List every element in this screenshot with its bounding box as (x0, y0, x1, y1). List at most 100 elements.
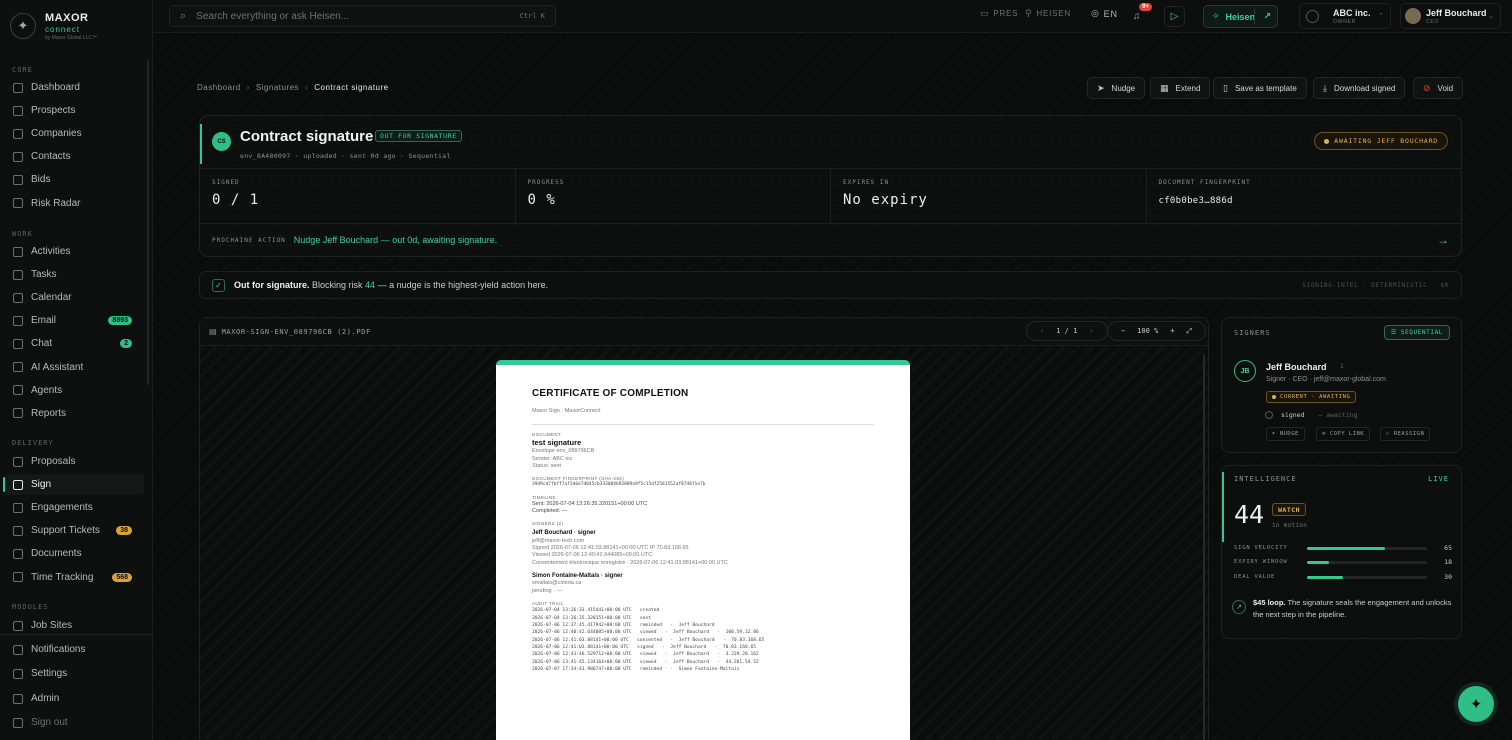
arrow-right-icon[interactable]: → (1437, 233, 1449, 247)
sidebar-item-label: Notifications (31, 644, 86, 655)
sidebar-item-email[interactable]: Email 8893 (4, 310, 144, 331)
external-link-icon[interactable]: ↗ (1263, 11, 1271, 22)
sidebar-item-label: Sign (31, 479, 52, 491)
doc-line: Envelope env_089796CB (532, 448, 595, 455)
loop-insight: ↗ $45 loop. The signature seals the enga… (1232, 597, 1453, 630)
sidebar-item-chat[interactable]: Chat 2 (4, 333, 144, 354)
nudge-button[interactable]: ➤ Nudge (1087, 77, 1146, 99)
download-label: Download signed (1333, 83, 1396, 93)
signer-line: Signed 2026-07-06 12:41:03.88141+00:00 U… (532, 544, 689, 551)
sidebar-scrollbar[interactable] (147, 60, 149, 385)
sidebar-item-activities[interactable]: Activities (4, 241, 144, 262)
void-button[interactable]: ⊘ Void (1413, 77, 1464, 99)
brand[interactable]: ✦ MAXOR connect by Maxor Global LLC™ (10, 8, 97, 44)
sidebar-item-prospects[interactable]: Prospects (4, 100, 144, 121)
breadcrumb-signatures[interactable]: Signatures (256, 83, 299, 92)
page-title: Contract signature (240, 128, 374, 145)
heisen-link[interactable]: ⚲ HEISEN (1025, 8, 1071, 19)
breadcrumb-current: Contract signature (314, 83, 389, 92)
search-placeholder: Search everything or ask Heisen... (196, 10, 350, 22)
chevron-right-icon[interactable]: › (1089, 327, 1093, 335)
sidebar-item-proposals[interactable]: Proposals (4, 451, 144, 472)
zoom-out-icon[interactable]: − (1121, 327, 1125, 335)
risk-radar-icon (13, 198, 23, 208)
sidebar-item-dashboard[interactable]: Dashboard (4, 77, 144, 98)
sidebar-item-label: Agents (31, 384, 63, 396)
pres-button[interactable]: ▭ PRES (980, 8, 1018, 19)
timeline-line: Completed: — (532, 507, 568, 514)
support-tickets-icon (13, 525, 23, 536)
bell-icon: ♫ (1132, 11, 1141, 22)
sidebar-item-label: Sign out (31, 717, 68, 728)
sidebar-item-bids[interactable]: Bids (4, 169, 144, 190)
sidebar-item-label: Prospects (31, 105, 76, 117)
sidebar-item-label: Dashboard (31, 82, 80, 93)
stats-row: SIGNED 0 / 1 PROGRESS 0 % EXPIRES IN No exp… (200, 168, 1461, 224)
sidebar-item-admin[interactable]: Admin (4, 688, 144, 709)
pdf-page: CERTIFICATE OF COMPLETION Maxor Sign · M… (496, 360, 910, 740)
accent-bar (200, 124, 202, 164)
metric-label: SIGN VELOCITY (1234, 545, 1288, 551)
state-label: signed (1281, 411, 1305, 419)
reassign-button[interactable]: ⚇ REASSIGN (1380, 427, 1431, 441)
sidebar-item-documents[interactable]: Documents (4, 543, 144, 564)
status-badge: OUT FOR SIGNATURE (375, 130, 462, 142)
page-indicator: 1 / 1 (1056, 327, 1078, 335)
sidebar-item-calendar[interactable]: Calendar (4, 287, 144, 308)
divider (532, 423, 874, 425)
save-template-button[interactable]: ▯ Save as template (1213, 77, 1307, 99)
user-menu[interactable]: Jeff Bouchard CEO ⌄ (1400, 3, 1501, 29)
save-template-label: Save as template (1234, 83, 1297, 93)
sidebar-item-label: Companies (31, 128, 82, 140)
metric-fill (1307, 560, 1329, 564)
metric-bar (1307, 560, 1427, 564)
sidebar-item-companies[interactable]: Companies (4, 123, 144, 144)
zoom-in-icon[interactable]: + (1170, 327, 1174, 335)
language-switcher[interactable]: ◎ EN (1091, 8, 1118, 19)
download-signed-button[interactable]: ⤓ Download signed (1313, 77, 1406, 99)
nav-section-work: WORK (12, 230, 33, 238)
breadcrumb-dashboard[interactable]: Dashboard (197, 83, 241, 92)
stat-value: No expiry (843, 192, 928, 208)
org-switcher[interactable]: ABC inc. OWNER ⌃ (1299, 3, 1391, 29)
chevron-left-icon[interactable]: ‹ (1040, 327, 1044, 335)
sidebar-divider (0, 634, 152, 635)
signer-role: Signer · CEO · jeff@maxor-global.com (1266, 376, 1386, 383)
search-input[interactable]: ⌕ Search everything or ask Heisen... Ctr… (169, 5, 556, 27)
assistant-fab[interactable]: ✦ (1458, 686, 1494, 722)
fullscreen-icon[interactable]: ⤢ (1187, 327, 1193, 336)
heisen-button[interactable]: ✧ Heisen ↗ (1203, 5, 1278, 28)
nav-section-core: CORE (12, 66, 33, 74)
sidebar-item-job-sites[interactable]: Job Sites (4, 615, 144, 636)
org-name: ABC inc. (1333, 7, 1371, 18)
sidebar-item-label: Risk Radar (31, 197, 81, 209)
stat-value: cf0b0be3…886d (1158, 196, 1233, 206)
extend-button[interactable]: ▦ Extend (1150, 77, 1211, 99)
signer-nudge-button[interactable]: ➤ NUDGE (1266, 427, 1305, 441)
sidebar-item-settings[interactable]: Settings (4, 663, 144, 684)
sequential-toggle[interactable]: ☰ SEQUENTIAL (1383, 325, 1450, 340)
sidebar-item-label: Contacts (31, 151, 71, 163)
audit-trail: 2026-07-04 13:26:33.415441+00:00 UTC cre… (532, 608, 765, 672)
sidebar-item-contacts[interactable]: Contacts (4, 146, 144, 167)
sidebar-item-sign-out[interactable]: Sign out (4, 712, 144, 733)
sidebar-item-ai-assistant[interactable]: AI Assistant (4, 357, 144, 378)
verdict-badge: WATCH (1272, 503, 1307, 516)
panel-title: SIGNERS (1234, 329, 1271, 337)
sidebar-item-reports[interactable]: Reports (4, 403, 144, 424)
next-action-text[interactable]: Nudge Jeff Bouchard — out 0d, awaiting s… (294, 235, 497, 245)
copy-link-button[interactable]: ∞ COPY LINK (1316, 427, 1371, 441)
sidebar-item-agents[interactable]: Agents (4, 380, 144, 401)
engagements-icon (13, 502, 23, 513)
sidebar-item-label: Chat (31, 338, 53, 350)
play-button[interactable]: ▷ (1164, 6, 1185, 27)
viewer-scrollbar[interactable] (1203, 354, 1205, 740)
notifications-button[interactable]: ♫ 9+ (1126, 3, 1152, 27)
sidebar-item-support-tickets[interactable]: Support Tickets 38 (4, 520, 144, 541)
sidebar-item-sign[interactable]: Sign (3, 474, 144, 496)
sidebar-item-tasks[interactable]: Tasks (4, 264, 144, 285)
sidebar-item-engagements[interactable]: Engagements (4, 497, 144, 518)
sidebar-item-risk-radar[interactable]: Risk Radar (4, 193, 144, 214)
sidebar-item-time-tracking[interactable]: Time Tracking 568 (4, 567, 144, 588)
sidebar-item-notifications[interactable]: Notifications (4, 639, 144, 660)
